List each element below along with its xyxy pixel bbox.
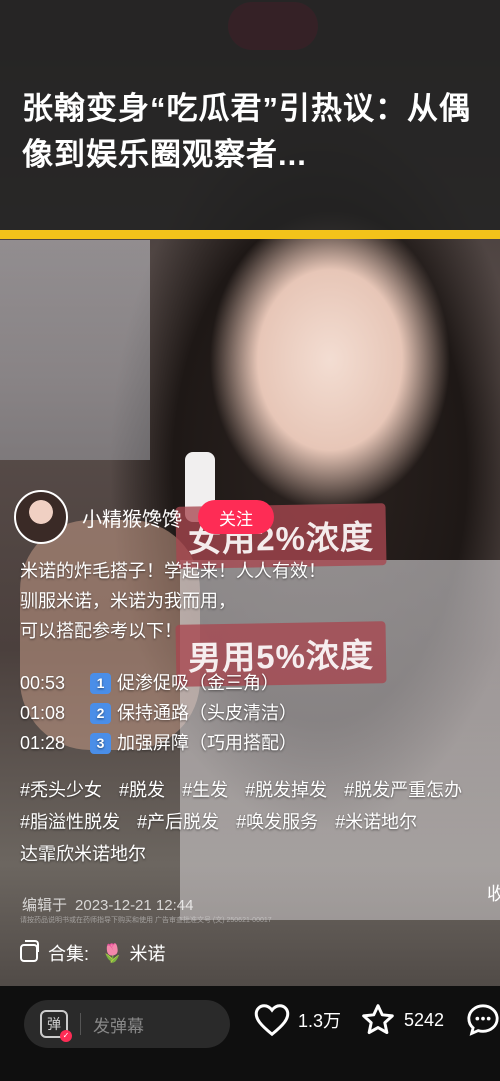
author-row: 小精猴馋馋 关注 — [14, 490, 274, 544]
chapter-number-badge: 2 — [90, 702, 111, 724]
edit-prefix: 编辑于 — [22, 897, 68, 914]
follow-button[interactable]: 关注 — [198, 500, 274, 534]
video-screen[interactable]: 女用2%浓度 男用5%浓度 张翰变身“吃瓜君”引热议：从偶像到娱乐圈观察者...… — [0, 0, 500, 1081]
video-caption: 米诺的炸毛搭子！学起来！人人有效！ 驯服米诺，米诺为我而用， 可以搭配参考以下！ — [20, 556, 490, 646]
chapter-label: 促渗促吸（金三角） — [117, 673, 279, 693]
edit-timestamp: 编辑于 2023-12-21 12:44 — [22, 894, 201, 915]
hashtag-link[interactable]: #米诺地尔 — [335, 812, 417, 832]
chapter-item[interactable]: 00:53 1 促渗促吸（金三角） — [20, 668, 297, 698]
like-button[interactable]: 1.3万 — [254, 1003, 341, 1037]
star-icon — [362, 1004, 394, 1035]
chapter-item[interactable]: 01:28 3 加强屏障（巧用搭配） — [20, 728, 297, 758]
hashtag-link[interactable]: #秃头少女 — [20, 780, 102, 800]
edit-datetime: 2023-12-21 12:44 — [75, 897, 194, 914]
collection-row[interactable]: 合集: 🌷 米诺 — [20, 940, 165, 966]
danmaku-toggle-icon[interactable]: 弹 — [40, 1010, 72, 1042]
chapter-list: 00:53 1 促渗促吸（金三角） 01:08 2 保持通路（头皮清洁） 01:… — [20, 668, 297, 758]
author-avatar[interactable] — [14, 490, 68, 544]
favorite-count: 5242 — [404, 1009, 445, 1030]
chapter-timestamp[interactable]: 00:53 — [20, 668, 82, 698]
comment-button[interactable] — [466, 1003, 500, 1037]
collection-name[interactable]: 米诺 — [129, 940, 165, 966]
hashtag-link[interactable]: #生发 — [182, 780, 228, 800]
hashtag-link[interactable]: #唤发服务 — [236, 812, 318, 832]
hashtag-link[interactable]: 达霏欣米诺地尔 — [20, 844, 146, 864]
favorite-button[interactable]: 5242 — [360, 1003, 444, 1037]
author-name[interactable]: 小精猴馋馋 — [82, 503, 182, 532]
heart-icon — [254, 1004, 290, 1037]
hashtag-list: #秃头少女 #脱发 #生发 #脱发掉发 #脱发严重怎办 #脂溢性脱发 #产后脱发… — [20, 774, 498, 870]
caption-line: 驯服米诺，米诺为我而用， — [20, 591, 236, 611]
banner-divider — [0, 230, 500, 239]
collapse-text[interactable]: 收 — [487, 880, 500, 906]
chapter-number-badge: 1 — [90, 672, 111, 694]
video-background-wall — [0, 240, 150, 460]
chapter-timestamp[interactable]: 01:08 — [20, 698, 82, 728]
caption-line: 可以搭配参考以下！ — [20, 621, 182, 641]
tulip-icon: 🌷 — [101, 942, 124, 963]
ad-disclaimer: 请按药品说明书或在药师指导下购买和使用 广告审查批准文号 (文) 250621-… — [20, 917, 272, 924]
hashtag-link[interactable]: #脱发掉发 — [245, 780, 327, 800]
collection-icon — [20, 940, 39, 962]
danmaku-placeholder[interactable]: 发弹幕 — [93, 1012, 144, 1037]
chapter-number-badge: 3 — [90, 732, 111, 754]
chapter-label: 保持通路（头皮清洁） — [117, 703, 297, 723]
like-count: 1.3万 — [298, 1011, 342, 1031]
collection-label: 合集: — [48, 944, 90, 964]
hashtag-link[interactable]: #产后脱发 — [137, 812, 219, 832]
news-banner: 张翰变身“吃瓜君”引热议：从偶像到娱乐圈观察者... — [0, 0, 500, 230]
banner-title: 张翰变身“吃瓜君”引热议：从偶像到娱乐圈观察者... — [22, 91, 471, 172]
hashtag-link[interactable]: #脂溢性脱发 — [20, 812, 120, 832]
chapter-timestamp[interactable]: 01:28 — [20, 728, 82, 758]
chapter-label: 加强屏障（巧用搭配） — [117, 733, 297, 753]
danmaku-input[interactable]: 弹 发弹幕 — [24, 1000, 230, 1048]
caption-line: 米诺的炸毛搭子！学起来！人人有效！ — [20, 561, 326, 581]
hashtag-link[interactable]: #脱发严重怎办 — [344, 780, 462, 800]
comment-icon — [467, 1004, 499, 1036]
hashtag-link[interactable]: #脱发 — [119, 780, 165, 800]
chapter-item[interactable]: 01:08 2 保持通路（头皮清洁） — [20, 698, 297, 728]
input-divider — [80, 1013, 81, 1035]
